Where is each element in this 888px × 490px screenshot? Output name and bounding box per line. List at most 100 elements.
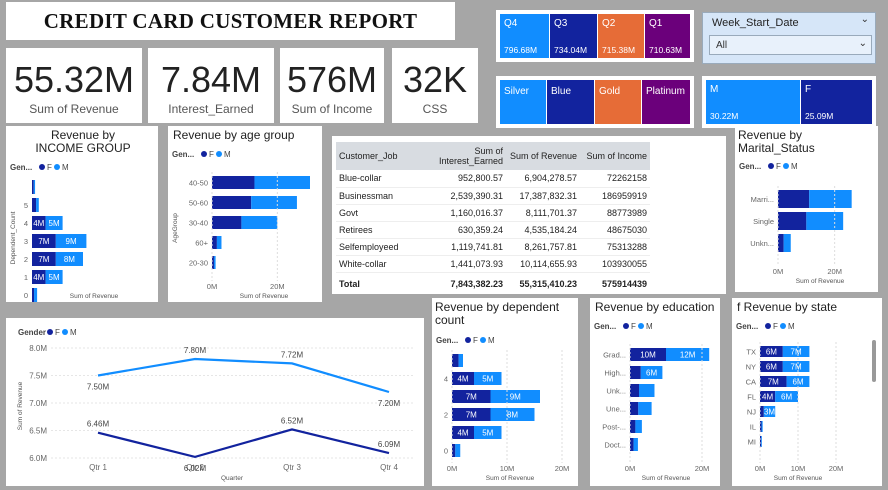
column-header[interactable]: Sum of Revenue [506, 142, 580, 170]
marital-chart-panel: Revenue by Marital_Status Gen... F M Marri.… [735, 126, 878, 292]
week-start-date-dropdown[interactable]: All ⌄ [709, 35, 872, 55]
dropdown-title: Week_Start_Date [712, 17, 799, 29]
legend-f-label: F [773, 322, 778, 331]
legend-title: Gen... [736, 322, 758, 331]
data-label: 7.80M [184, 346, 207, 355]
category-label: High... [604, 369, 626, 378]
x-axis-title: Sum of Revenue [486, 475, 535, 482]
marital-status-chart: Gen... F M Marri... Single Unkn... 0M 20M Sum of… [739, 162, 852, 285]
card-tile-platinum[interactable]: Platinum [642, 80, 690, 124]
table-row[interactable]: White-collar 1,441,073.93 10,114,655.93 103… [336, 255, 650, 272]
gender-tile-f[interactable]: F 25.09M [801, 80, 872, 124]
bar-m [251, 196, 297, 209]
data-label-f: 4M [457, 375, 468, 384]
bar-f [212, 196, 252, 209]
table-cell: 630,359.24 [457, 224, 503, 235]
table-cell: 952,800.57 [457, 173, 503, 184]
collapse-chevron-icon[interactable]: ⌄ [861, 14, 869, 25]
tile-value: 30.22M [710, 111, 739, 121]
kpi-label: Sum of Income [291, 102, 373, 116]
legend-f-marker [768, 163, 774, 169]
category-label: 3 [24, 237, 28, 246]
x-tick-label: 20M [827, 267, 842, 276]
data-label-f: 4M [33, 273, 44, 282]
category-label: 30-40 [189, 219, 208, 228]
data-label: 6.09M [378, 440, 401, 449]
category-label: Single [753, 217, 774, 226]
legend-f-marker [465, 337, 471, 343]
category-label: 1 [24, 273, 28, 282]
bar-f [212, 236, 217, 249]
income-group-chart: Gen... F M 5 4M 5M 4 7M 9M 3 7M 8M 2 4M 5M 1 0 Sum of Rev… [10, 163, 119, 302]
card-tile-silver[interactable]: Silver [500, 80, 546, 124]
data-label: 6.02M [184, 464, 207, 473]
legend-title: Gender [18, 328, 46, 337]
column-header[interactable]: Sum of Interest_Earned [406, 142, 506, 170]
data-label-f: 7M [768, 378, 779, 387]
category-label: Post-... [602, 423, 626, 432]
quarter-tile-q1[interactable]: Q1 710.63M [645, 14, 690, 58]
data-label-m: 8M [507, 411, 518, 420]
quarter-tile-q4[interactable]: Q4 796.68M [500, 14, 549, 58]
category-label: 50-60 [189, 199, 208, 208]
table-row[interactable]: Govt 1,160,016.37 8,111,701.37 88773989 [336, 204, 650, 221]
category-label: FL [747, 393, 756, 402]
kpi-interest: 7.84M Interest_Earned [148, 48, 274, 123]
quarter-tile-q2[interactable]: Q2 715.38M [598, 14, 644, 58]
bar-f [32, 288, 35, 302]
table-row[interactable]: Blue-collar 952,800.57 6,904,278.57 7226215… [336, 170, 650, 187]
data-label: 7.72M [281, 350, 304, 359]
bar-f [630, 384, 639, 397]
card-category-slicer: Silver Blue Gold Platinum [500, 80, 690, 124]
data-label-m: 5M [49, 273, 60, 282]
category-label: Unk... [606, 387, 626, 396]
x-tick-label: 20M [695, 464, 710, 473]
data-label-f: 7M [466, 411, 477, 420]
column-header[interactable]: Customer_Job [336, 142, 406, 170]
data-label-f: 4M [762, 393, 773, 402]
category-label: Doct... [604, 441, 626, 450]
card-tile-gold[interactable]: Gold [595, 80, 641, 124]
x-axis-title: Quarter [221, 475, 244, 482]
data-label-f: 4M [457, 429, 468, 438]
total-cell: 7,843,382.23 [450, 278, 503, 289]
quarter-tile-q3[interactable]: Q3 734.04M [550, 14, 597, 58]
data-label: 7.50M [87, 383, 110, 392]
tile-label: Q4 [504, 18, 518, 29]
x-tick-label: Qtr 3 [283, 463, 301, 472]
tile-label: Gold [599, 86, 621, 97]
legend-m-marker [62, 329, 68, 335]
tile-value: 734.04M [554, 45, 588, 55]
gender-tile-m[interactable]: M 30.22M [706, 80, 800, 124]
legend-title: Gen... [436, 336, 458, 345]
x-tick-label: 10M [791, 464, 806, 473]
y-tick-label: 7.0M [29, 399, 47, 408]
table-cell: 10,114,655.93 [520, 258, 577, 269]
card-tile-blue[interactable]: Blue [547, 80, 594, 124]
x-tick-label: Qtr 1 [89, 463, 107, 472]
bar-f [630, 420, 636, 433]
data-label-f: 10M [640, 351, 656, 360]
kpi-label: Interest_Earned [168, 102, 254, 116]
column-header[interactable]: Sum of Income [580, 142, 650, 170]
legend-m-label: M [791, 162, 798, 171]
table-row[interactable]: Businessman 2,539,390.31 17,387,832.31 1869… [336, 187, 650, 204]
bar-m [809, 190, 852, 208]
table-cell: Selfemployeed [339, 241, 399, 252]
y-tick-label: 8.0M [29, 344, 47, 353]
legend-m-marker [54, 164, 60, 170]
table-cell: 2,539,390.31 [450, 190, 503, 201]
tile-label: Blue [551, 86, 572, 97]
data-label-m: 12M [680, 351, 696, 360]
category-label: 40-50 [189, 179, 208, 188]
x-axis-title: Sum of Revenue [240, 293, 289, 300]
category-label: 5 [24, 201, 28, 210]
table-row[interactable]: Retirees 630,359.24 4,535,184.24 48675030 [336, 221, 650, 238]
category-label: NY [746, 363, 756, 372]
state-chart-panel: f Revenue by state Gen... F M 6M 7M TX 6M 7M NY 7… [732, 298, 882, 486]
series-line-f [97, 428, 390, 459]
bar-m [806, 212, 844, 230]
table-row[interactable]: Selfemployeed 1,119,741.81 8,261,757.81 753… [336, 238, 650, 255]
category-label: Grad... [603, 351, 626, 360]
bar-f [778, 190, 810, 208]
